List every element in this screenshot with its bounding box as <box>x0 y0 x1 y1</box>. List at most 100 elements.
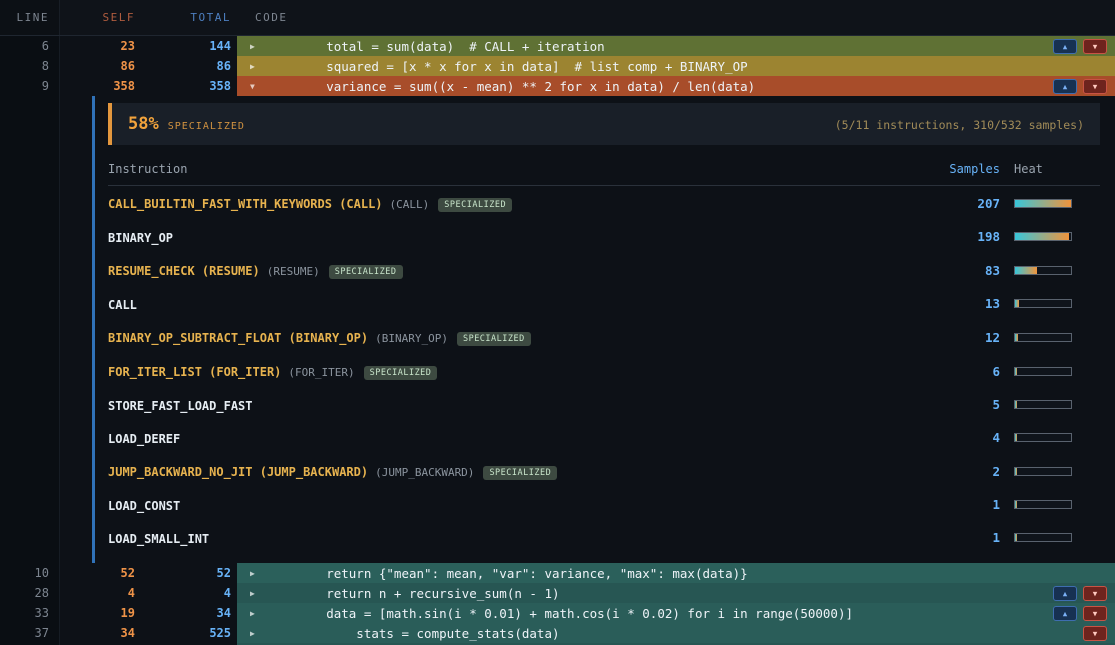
self-samples: 34 <box>60 623 145 643</box>
expand-icon[interactable]: ▶ <box>250 62 262 71</box>
instruction-cell: FOR_ITER_LIST (FOR_ITER)(FOR_ITER)SPECIA… <box>108 361 910 381</box>
specialized-label: SPECIALIZED <box>168 121 245 132</box>
code-row: 331934 ▶ data = [math.sin(i * 0.01) + mat… <box>0 603 1115 623</box>
base-opcode: (RESUME) <box>267 265 320 278</box>
self-samples: 4 <box>60 583 145 603</box>
heat-fill <box>1015 368 1017 375</box>
instruction-cell: BINARY_OP_SUBTRACT_FLOAT (BINARY_OP)(BIN… <box>108 327 910 347</box>
jump-up-button[interactable]: ▲ <box>1053 39 1077 54</box>
code-text: total = sum(data) # CALL + iteration <box>266 39 1053 54</box>
jump-up-button[interactable]: ▲ <box>1053 79 1077 94</box>
collapse-icon[interactable]: ▼ <box>250 82 262 91</box>
total-samples: 358 <box>145 76 237 96</box>
jump-down-button[interactable]: ▼ <box>1083 79 1107 94</box>
instruction-name: LOAD_CONST <box>108 499 180 513</box>
jump-down-button[interactable]: ▼ <box>1083 626 1107 641</box>
instruction-cell: CALL_BUILTIN_FAST_WITH_KEYWORDS (CALL)(C… <box>108 193 910 213</box>
samples-count: 1 <box>910 530 1000 545</box>
instruction-name: JUMP_BACKWARD_NO_JIT (JUMP_BACKWARD) <box>108 465 368 479</box>
samples-count: 5 <box>910 397 1000 412</box>
instruction-row: CALL_BUILTIN_FAST_WITH_KEYWORDS (CALL)(C… <box>108 186 1100 220</box>
heat-bar <box>1014 433 1072 442</box>
specialized-badge: SPECIALIZED <box>438 198 512 212</box>
code-text: squared = [x * x for x in data] # list c… <box>266 59 1107 74</box>
samples-count: 207 <box>910 196 1000 211</box>
profiler-app: LINE SELF TOTAL CODE 623144▶ total = sum… <box>0 0 1115 645</box>
heat-fill <box>1015 434 1017 441</box>
instruction-name: BINARY_OP <box>108 231 173 245</box>
instruction-row: BINARY_OP 198 <box>108 220 1100 253</box>
instruction-row: LOAD_CONST1 <box>108 488 1100 521</box>
code-cell: ▶ return n + recursive_sum(n - 1)▲▼ <box>237 583 1115 603</box>
heat-fill <box>1015 267 1037 274</box>
instruction-cell: JUMP_BACKWARD_NO_JIT (JUMP_BACKWARD) (JUM… <box>108 461 910 481</box>
code-row: 88686▶ squared = [x * x for x in data] #… <box>0 56 1115 76</box>
total-samples: 52 <box>145 563 237 583</box>
specialization-summary-callout: 58% SPECIALIZED (5/11 instructions, 310/… <box>108 103 1100 145</box>
expand-icon[interactable]: ▶ <box>250 629 262 638</box>
base-opcode: (CALL) <box>390 198 430 211</box>
jump-down-button[interactable]: ▼ <box>1083 586 1107 601</box>
instruction-row: RESUME_CHECK (RESUME)(RESUME)SPECIALIZED… <box>108 253 1100 287</box>
instruction-row: BINARY_OP_SUBTRACT_FLOAT (BINARY_OP)(BIN… <box>108 320 1100 354</box>
specialized-badge: SPECIALIZED <box>457 332 531 346</box>
jump-up-button[interactable]: ▲ <box>1053 606 1077 621</box>
specialized-badge: SPECIALIZED <box>364 366 438 380</box>
samples-count: 4 <box>910 430 1000 445</box>
heat-bar <box>1014 232 1072 241</box>
instruction-table-header: Instruction Samples Heat <box>108 149 1100 186</box>
code-rows-bottom: 105252▶ return {"mean": mean, "var": var… <box>0 563 1115 645</box>
base-opcode: (FOR_ITER) <box>288 366 354 379</box>
jump-down-button[interactable]: ▼ <box>1083 606 1107 621</box>
samples-count: 13 <box>910 296 1000 311</box>
instruction-row: JUMP_BACKWARD_NO_JIT (JUMP_BACKWARD) (JUM… <box>108 454 1100 488</box>
expand-icon[interactable]: ▶ <box>250 569 262 578</box>
heat-fill <box>1015 534 1017 541</box>
row-buttons: ▲▼ <box>1053 586 1107 601</box>
self-samples: 19 <box>60 603 145 623</box>
heat-bar <box>1014 400 1072 409</box>
samples-count: 6 <box>910 364 1000 379</box>
samples-count: 83 <box>910 263 1000 278</box>
heat-cell <box>1000 367 1100 376</box>
heat-cell <box>1000 199 1100 208</box>
instruction-cell: LOAD_CONST <box>108 495 910 514</box>
code-cell: ▶ squared = [x * x for x in data] # list… <box>237 56 1115 76</box>
heat-bar <box>1014 299 1072 308</box>
samples-count: 198 <box>910 229 1000 244</box>
line-number: 37 <box>0 623 60 643</box>
specialized-badge: SPECIALIZED <box>483 466 557 480</box>
jump-down-button[interactable]: ▼ <box>1083 39 1107 54</box>
jump-up-button[interactable]: ▲ <box>1053 586 1077 601</box>
column-header-self: SELF <box>60 11 145 24</box>
instruction-cell: STORE_FAST_LOAD_FAST <box>108 395 910 414</box>
base-opcode: (JUMP_BACKWARD) <box>375 466 474 479</box>
instruction-name: LOAD_SMALL_INT <box>108 532 209 546</box>
total-samples: 525 <box>145 623 237 643</box>
code-text: return {"mean": mean, "var": variance, "… <box>266 566 1107 581</box>
instruction-name: BINARY_OP_SUBTRACT_FLOAT (BINARY_OP) <box>108 331 368 345</box>
instruction-cell: RESUME_CHECK (RESUME)(RESUME)SPECIALIZED <box>108 260 910 280</box>
total-samples: 4 <box>145 583 237 603</box>
total-samples: 34 <box>145 603 237 623</box>
line-number: 33 <box>0 603 60 623</box>
heat-cell <box>1000 299 1100 308</box>
specialization-stats: (5/11 instructions, 310/532 samples) <box>835 118 1084 132</box>
line-number: 9 <box>0 76 60 96</box>
heat-fill <box>1015 501 1017 508</box>
expand-icon[interactable]: ▶ <box>250 609 262 618</box>
heat-bar <box>1014 500 1072 509</box>
code-text: data = [math.sin(i * 0.01) + math.cos(i … <box>266 606 1053 621</box>
row-buttons: ▼ <box>1083 626 1107 641</box>
instruction-row: CALL13 <box>108 287 1100 320</box>
expand-icon[interactable]: ▶ <box>250 589 262 598</box>
self-samples: 23 <box>60 36 145 56</box>
expand-icon[interactable]: ▶ <box>250 42 262 51</box>
heat-fill <box>1015 200 1071 207</box>
total-samples: 144 <box>145 36 237 56</box>
heat-cell <box>1000 433 1100 442</box>
code-text: return n + recursive_sum(n - 1) <box>266 586 1053 601</box>
heat-cell <box>1000 500 1100 509</box>
instruction-cell: BINARY_OP <box>108 227 910 246</box>
instruction-name: STORE_FAST_LOAD_FAST <box>108 399 253 413</box>
